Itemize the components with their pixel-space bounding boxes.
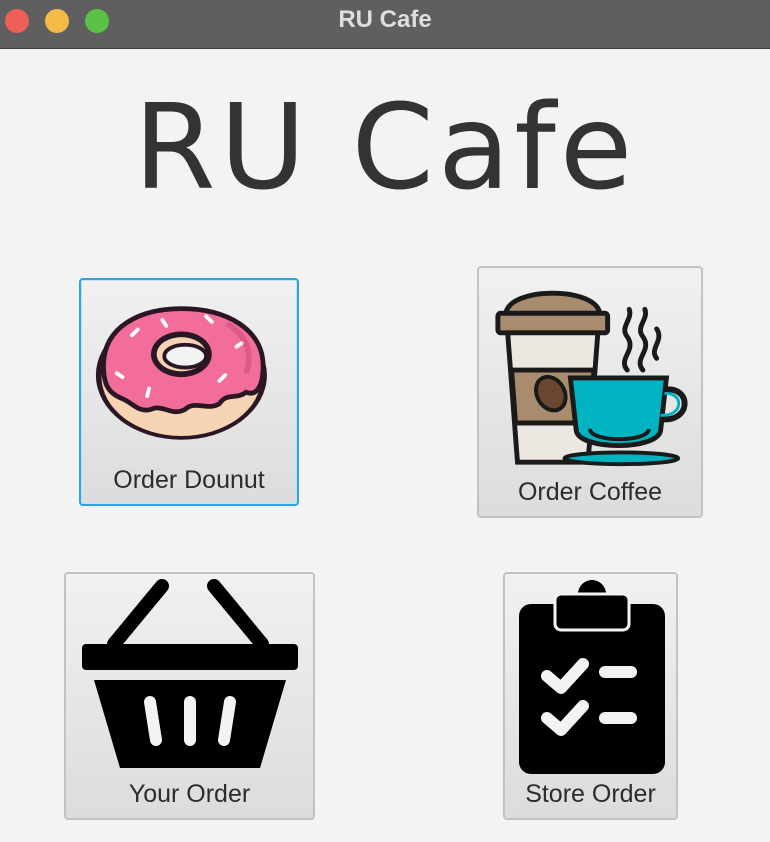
your-order-button[interactable]: Your Order [64, 572, 315, 820]
clipboard-icon [519, 580, 665, 774]
order-coffee-label: Order Coffee [517, 478, 663, 506]
your-order-label: Your Order [128, 780, 251, 808]
order-donut-label: Order Dounut [113, 466, 265, 494]
donut-icon [95, 306, 267, 440]
store-order-label: Store Order [525, 780, 656, 808]
order-coffee-button[interactable]: Order Coffee [477, 266, 703, 518]
app-heading: RU Cafe [133, 78, 637, 216]
window-title: RU Cafe [338, 6, 432, 33]
store-order-button[interactable]: Store Order [503, 572, 678, 820]
coffee-icon [495, 290, 688, 467]
window-titlebar: RU Cafe [0, 0, 770, 49]
basket-icon [82, 579, 298, 768]
order-donut-button[interactable]: Order Dounut [79, 278, 299, 506]
